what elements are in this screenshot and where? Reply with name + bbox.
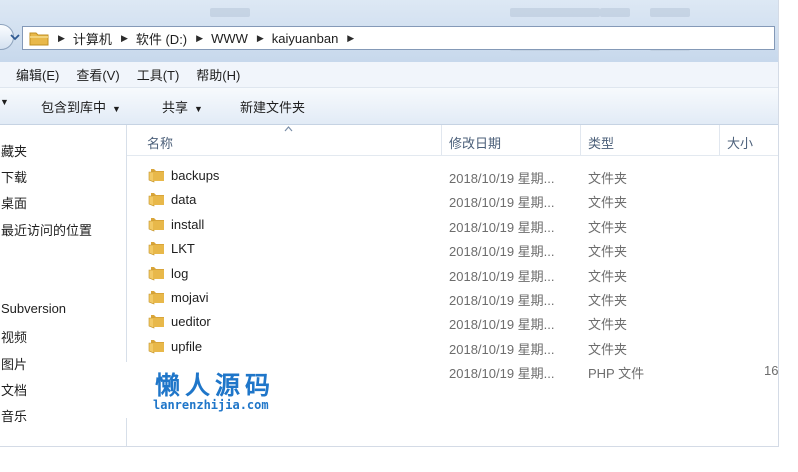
command-bar: ▼ 包含到库中 ▼ 共享 ▼ 新建文件夹 xyxy=(0,88,778,125)
organize-dropdown-icon[interactable]: ▼ xyxy=(0,97,9,107)
breadcrumb-separator-icon[interactable]: ▶ xyxy=(196,33,203,44)
include-in-library-button[interactable]: 包含到库中 ▼ xyxy=(41,97,121,116)
file-type: 文件夹 xyxy=(588,293,628,308)
file-date-modified: 2018/10/19 星期... xyxy=(449,341,555,357)
new-folder-button[interactable]: 新建文件夹 xyxy=(240,97,305,116)
file-row[interactable]: LKT 2018/10/19 星期... 文件夹 xyxy=(127,236,778,260)
breadcrumb-separator-icon[interactable]: ▶ xyxy=(257,33,264,44)
menu-edit[interactable]: 编辑(E) xyxy=(16,65,59,84)
file-type: 文件夹 xyxy=(588,171,628,186)
column-type[interactable]: 类型 xyxy=(588,133,614,152)
sort-ascending-icon xyxy=(284,126,293,132)
file-type: 文件夹 xyxy=(588,195,628,211)
column-divider[interactable] xyxy=(441,125,442,155)
folder-icon xyxy=(148,169,164,183)
breadcrumb-kaiyuanban[interactable]: kaiyuanban xyxy=(272,31,339,46)
share-label: 共享 xyxy=(162,100,189,115)
nav-pictures[interactable]: 图片 xyxy=(1,354,27,373)
nav-desktop[interactable]: 桌面 xyxy=(1,193,27,212)
breadcrumb-computer[interactable]: 计算机 xyxy=(73,29,112,48)
file-row[interactable]: upfile 2018/10/19 星期... 文件夹 xyxy=(127,334,778,358)
file-date-modified: 2018/10/19 星期... xyxy=(449,171,555,186)
file-date-modified: 2018/10/19 星期... xyxy=(449,268,555,284)
nav-videos[interactable]: 视频 xyxy=(1,327,27,346)
nav-documents[interactable]: 文档 xyxy=(1,380,27,399)
menu-bar: 编辑(E) 查看(V) 工具(T) 帮助(H) xyxy=(0,62,778,88)
file-type: PHP 文件 xyxy=(588,366,645,382)
folder-icon xyxy=(148,193,164,207)
folder-icon xyxy=(29,32,49,46)
breadcrumb-www[interactable]: WWW xyxy=(211,31,248,46)
watermark-title: 懒人源码 xyxy=(155,371,276,400)
file-name: LKT xyxy=(171,241,195,257)
recent-pages-dropdown-icon[interactable] xyxy=(10,33,20,41)
file-type: 文件夹 xyxy=(588,317,628,333)
breadcrumb-separator-icon[interactable]: ▶ xyxy=(121,33,128,44)
explorer-window: ▶ 计算机 ▶ 软件 (D:) ▶ WWW ▶ kaiyuanban ▶ 编辑(… xyxy=(0,0,779,447)
column-date-modified[interactable]: 修改日期 xyxy=(449,133,501,152)
menu-tools[interactable]: 工具(T) xyxy=(137,65,180,84)
file-name: upfile xyxy=(171,338,203,354)
file-date-modified: 2018/10/19 星期... xyxy=(449,219,555,235)
folder-icon xyxy=(148,339,164,354)
menu-view[interactable]: 查看(V) xyxy=(76,65,119,84)
file-type: 文件夹 xyxy=(588,219,628,235)
navigation-pane: 藏夹 下载 桌面 最近访问的位置 Subversion 视频 图片 文档 音乐 xyxy=(0,125,127,446)
file-name: install xyxy=(171,216,205,232)
breadcrumb-separator-icon[interactable]: ▶ xyxy=(58,33,65,44)
file-date-modified: 2018/10/19 星期... xyxy=(449,244,555,260)
nav-favorites[interactable]: 藏夹 xyxy=(1,141,27,160)
file-type: 文件夹 xyxy=(588,341,628,357)
nav-recent-places[interactable]: 最近访问的位置 xyxy=(1,220,92,239)
column-divider[interactable] xyxy=(719,125,720,155)
folder-icon xyxy=(148,217,164,232)
file-name: ueditor xyxy=(171,314,211,330)
nav-subversion[interactable]: Subversion xyxy=(1,301,66,316)
file-type: 文件夹 xyxy=(588,268,628,284)
watermark-logo: 懒人源码 lanrenzhijia.com xyxy=(117,362,315,418)
file-date-modified: 2018/10/19 星期... xyxy=(449,293,555,308)
nav-music[interactable]: 音乐 xyxy=(1,406,27,425)
file-row[interactable]: install 2018/10/19 星期... 文件夹 xyxy=(127,212,778,236)
file-row[interactable]: backups 2018/10/19 星期... 文件夹 xyxy=(127,163,778,187)
file-row[interactable]: ueditor 2018/10/19 星期... 文件夹 xyxy=(127,309,778,333)
folder-icon xyxy=(148,315,164,329)
breadcrumb-drive-d[interactable]: 软件 (D:) xyxy=(136,29,187,48)
file-name: log xyxy=(171,265,189,281)
file-type: 文件夹 xyxy=(588,244,628,260)
address-bar[interactable]: ▶ 计算机 ▶ 软件 (D:) ▶ WWW ▶ kaiyuanban ▶ xyxy=(22,26,775,50)
file-date-modified: 2018/10/19 星期... xyxy=(449,366,555,382)
chevron-down-icon: ▼ xyxy=(194,104,203,114)
file-row[interactable]: data 2018/10/19 星期... 文件夹 xyxy=(127,187,778,211)
folder-icon xyxy=(148,266,164,281)
file-row[interactable]: mojavi 2018/10/19 星期... 文件夹 xyxy=(127,285,778,309)
breadcrumb-separator-icon[interactable]: ▶ xyxy=(347,33,354,44)
column-size[interactable]: 大小 xyxy=(727,133,753,152)
include-in-library-label: 包含到库中 xyxy=(41,100,107,115)
column-name[interactable]: 名称 xyxy=(147,133,173,152)
address-bar-area: ▶ 计算机 ▶ 软件 (D:) ▶ WWW ▶ kaiyuanban ▶ xyxy=(0,0,778,62)
file-date-modified: 2018/10/19 星期... xyxy=(449,195,555,211)
file-date-modified: 2018/10/19 星期... xyxy=(449,317,555,333)
share-button[interactable]: 共享 ▼ xyxy=(162,97,203,116)
watermark-subtitle: lanrenzhijia.com xyxy=(153,398,269,412)
chevron-down-icon: ▼ xyxy=(112,104,121,114)
file-row[interactable]: log 2018/10/19 星期... 文件夹 xyxy=(127,261,778,285)
file-name: backups xyxy=(171,168,220,183)
file-name: data xyxy=(171,192,197,208)
column-divider[interactable] xyxy=(580,125,581,155)
file-name: mojavi xyxy=(171,290,209,305)
column-header-row: 名称 修改日期 类型 大小 xyxy=(127,125,778,156)
nav-downloads[interactable]: 下载 xyxy=(1,167,27,186)
folder-icon xyxy=(148,291,164,305)
menu-help[interactable]: 帮助(H) xyxy=(196,65,240,84)
folder-icon xyxy=(148,242,164,256)
file-size: 16 xyxy=(764,363,779,379)
